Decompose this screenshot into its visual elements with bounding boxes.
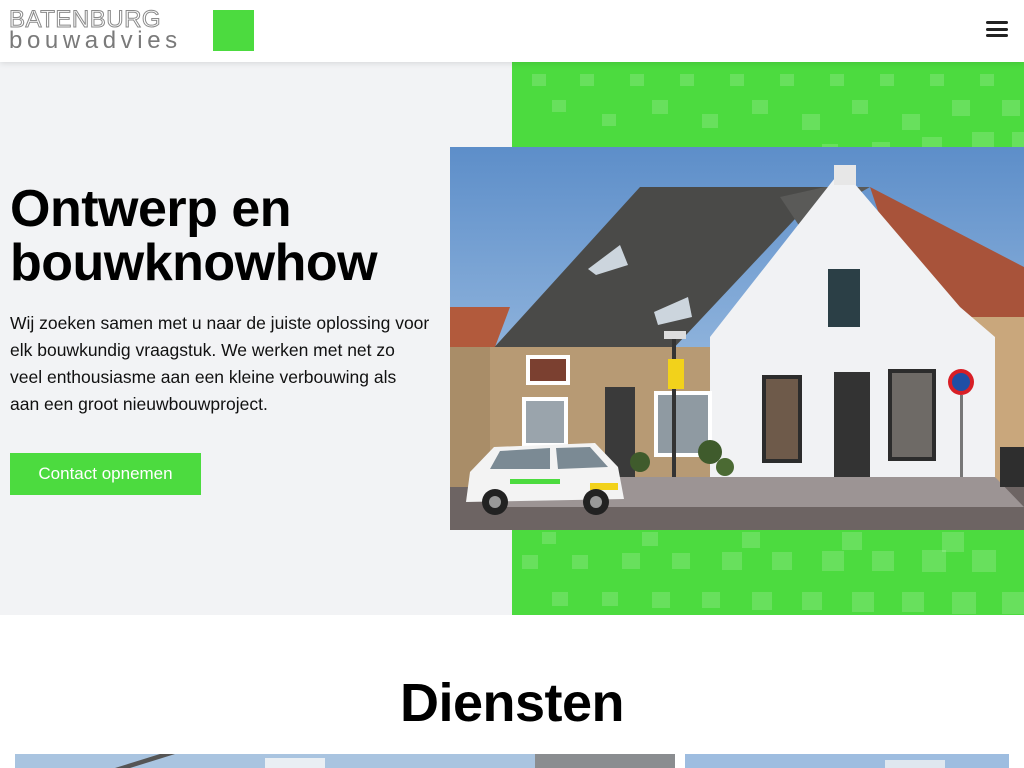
house-with-car-photo bbox=[450, 147, 1024, 530]
hero-section: Ontwerp en bouwknowhow Wij zoeken samen … bbox=[0, 62, 1024, 615]
site-header: BATENBURG bouwadvies bbox=[0, 0, 1024, 62]
logo-green-square bbox=[213, 10, 254, 51]
logo[interactable]: BATENBURG bouwadvies bbox=[8, 7, 255, 54]
logo-wordmark-bottom: bouwadvies bbox=[9, 27, 182, 54]
section-title-diensten: Diensten bbox=[399, 673, 625, 733]
hero-title-line-2: bouwknowhow bbox=[10, 234, 378, 292]
hamburger-menu-icon[interactable] bbox=[986, 21, 1008, 41]
service-card-2-photo[interactable] bbox=[685, 754, 1009, 768]
hero-description: Wij zoeken samen met u naar de juiste op… bbox=[10, 313, 430, 414]
hero-title: Ontwerp en bouwknowhow bbox=[10, 182, 440, 290]
hero-title-line-1: Ontwerp en bbox=[10, 180, 292, 238]
service-card-1-photo[interactable] bbox=[15, 754, 675, 768]
contact-button[interactable]: Contact opnemen bbox=[10, 453, 201, 495]
